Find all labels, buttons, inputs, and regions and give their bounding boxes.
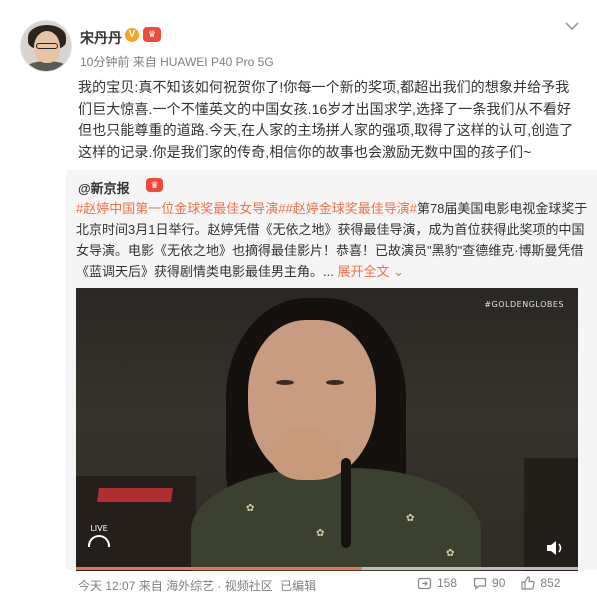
chevron-down-icon[interactable]: [565, 18, 579, 34]
comment-button[interactable]: 90: [473, 576, 505, 590]
post-text: 我的宝贝:真不知该如何祝贺你了!你每一个新的奖项,都超出我们的想象并给予我们巨大…: [78, 79, 574, 160]
ellipsis: ...: [323, 264, 334, 279]
live-label: LIVE: [90, 524, 108, 533]
verified-badge-icon: V: [125, 28, 139, 42]
expand-full-text-link[interactable]: 展开全文 ⌄: [337, 264, 404, 279]
footer-source-prefix: 来自: [138, 579, 163, 592]
footer-meta: 今天 12:07 来自 海外综艺 · 视频社区 已编辑: [78, 577, 316, 592]
video-progress-bar[interactable]: [76, 567, 578, 570]
repost-text: #赵婷中国第一位金球奖最佳女导演##赵婷金球奖最佳导演#第78届美国电影电视金球…: [76, 198, 591, 282]
thumbs-up-icon: [521, 576, 536, 590]
comment-icon: [473, 577, 487, 590]
footer-source[interactable]: 海外综艺 · 视频社区: [166, 579, 273, 592]
post-meta: 10分钟前 来自 HUAWEI P40 Pro 5G: [80, 53, 274, 70]
edited-label[interactable]: 已编辑: [280, 579, 316, 592]
avatar[interactable]: [20, 20, 72, 72]
red-book: [97, 488, 173, 502]
video-player[interactable]: ✿ ✿ ✿ ✿ #GOLDENGLOBES LIVE: [76, 288, 578, 571]
username[interactable]: 宋丹丹: [80, 28, 122, 48]
chevron-down-icon: ⌄: [389, 264, 405, 279]
footer-time[interactable]: 今天 12:07: [78, 579, 135, 592]
person-hand: [271, 428, 341, 480]
device-source[interactable]: HUAWEI P40 Pro 5G: [160, 55, 274, 69]
peacock-icon: [88, 535, 110, 547]
like-button[interactable]: 852: [521, 576, 560, 590]
repost-card: @新京报 ♛ #赵婷中国第一位金球奖最佳女导演##赵婷金球奖最佳导演#第78届美…: [66, 170, 597, 571]
repost-count: 158: [437, 576, 458, 590]
like-count: 852: [540, 576, 561, 590]
repost-button[interactable]: 158: [417, 576, 457, 590]
speaker-icon[interactable]: [546, 540, 566, 556]
member-badge-icon[interactable]: ♛: [143, 27, 161, 42]
post-time[interactable]: 10分钟前: [80, 55, 129, 69]
repost-username[interactable]: @新京报: [78, 178, 130, 197]
repost-icon: [417, 577, 432, 589]
nbc-live-logo: LIVE: [88, 524, 110, 547]
expand-label[interactable]: 展开全文: [337, 264, 389, 279]
weibo-post: 宋丹丹 V ♛ 10分钟前 来自 HUAWEI P40 Pro 5G 我的宝贝:…: [0, 0, 597, 592]
person-body: [191, 468, 481, 571]
video-progress-fill: [76, 567, 363, 570]
hashtag-link[interactable]: #赵婷金球奖最佳导演#: [285, 201, 416, 216]
hashtag-link[interactable]: #赵婷中国第一位金球奖最佳女导演#: [76, 201, 285, 216]
source-prefix: 来自: [132, 55, 157, 69]
golden-globes-watermark: #GOLDENGLOBES: [484, 300, 564, 309]
action-bar: 158 90 852: [417, 576, 560, 590]
comment-count: 90: [492, 576, 506, 590]
member-badge-icon[interactable]: ♛: [146, 178, 163, 192]
braid: [341, 458, 351, 548]
